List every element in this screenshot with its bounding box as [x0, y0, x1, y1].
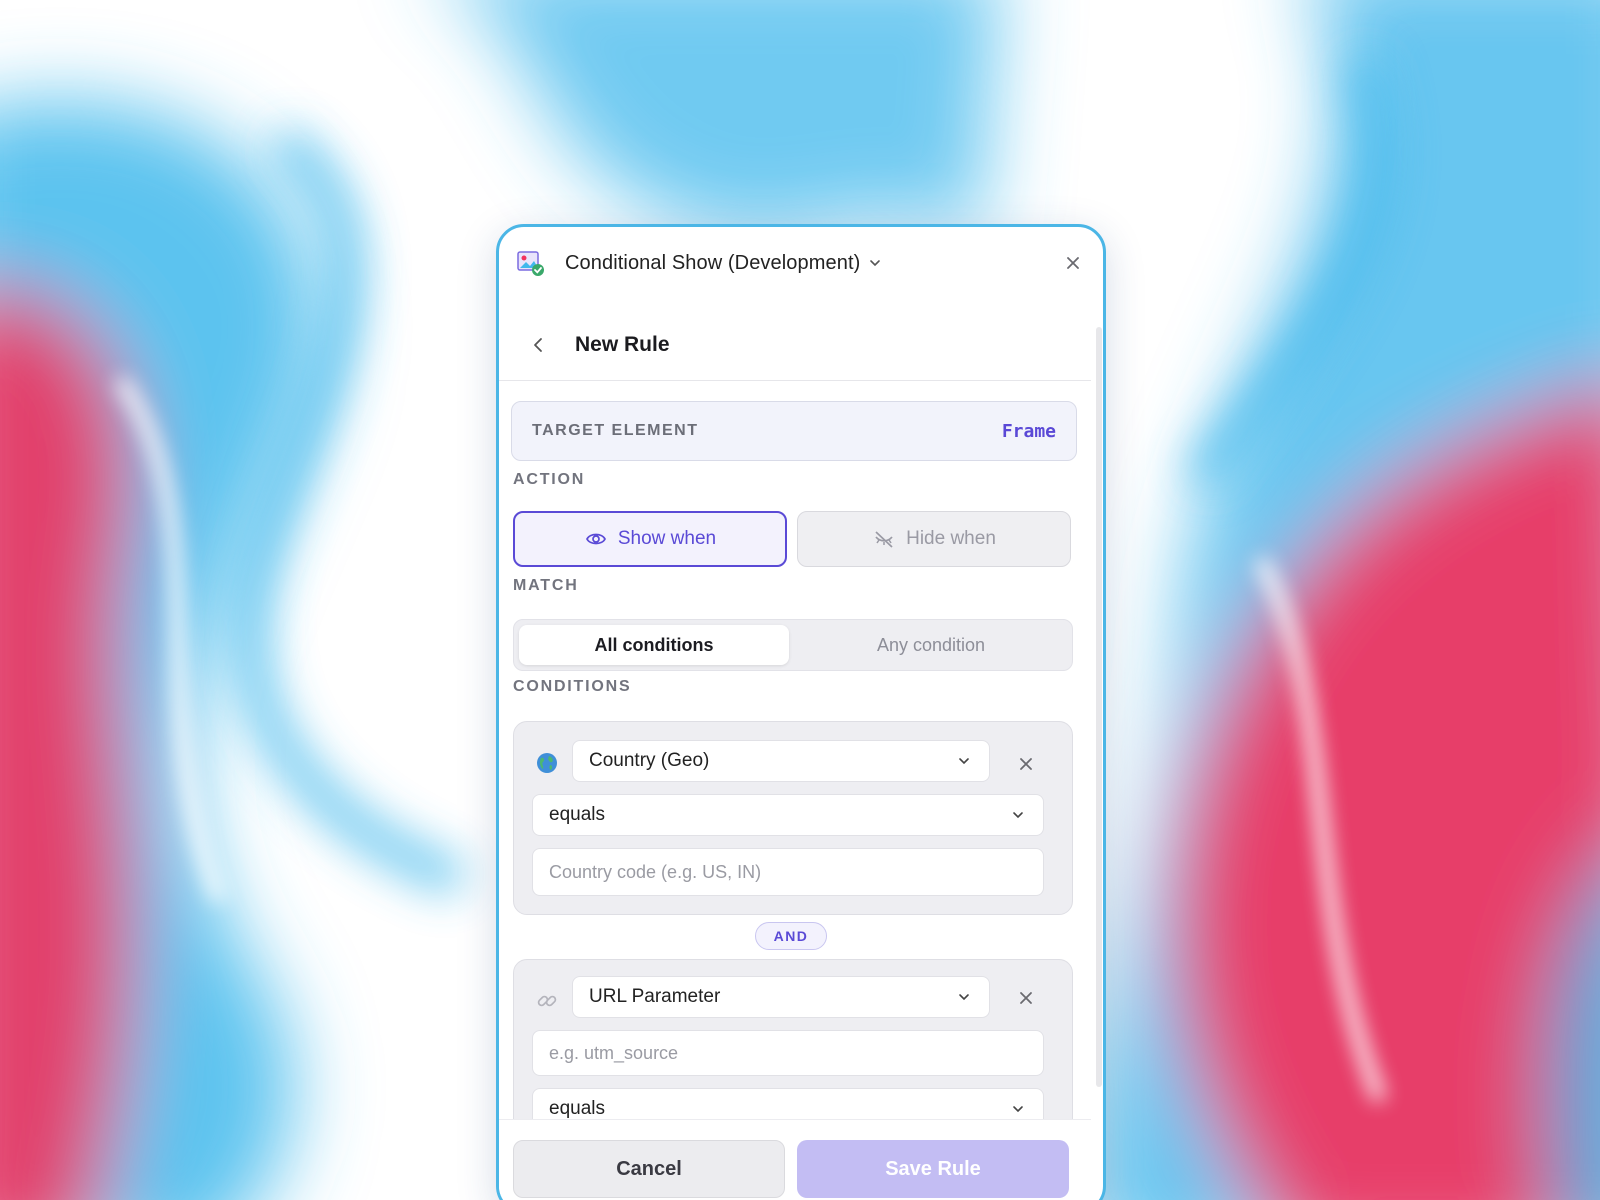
remove-condition-icon[interactable]: [1016, 988, 1036, 1008]
target-element-box: TARGET ELEMENT Frame: [511, 401, 1077, 461]
eye-off-icon: [872, 527, 896, 551]
condition-type-select[interactable]: Country (Geo): [572, 740, 990, 782]
operator-value: equals: [549, 1098, 605, 1119]
target-element-label: TARGET ELEMENT: [532, 422, 699, 439]
condition-type-select[interactable]: URL Parameter: [572, 976, 990, 1018]
country-code-placeholder: Country code (e.g. US, IN): [549, 861, 762, 882]
conditions-section-label: CONDITIONS: [513, 678, 632, 695]
condition-type-value: URL Parameter: [589, 986, 721, 1007]
titlebar: Conditional Show (Development): [499, 227, 1103, 299]
url-param-placeholder: e.g. utm_source: [549, 1042, 679, 1063]
condition-type-value: Country (Geo): [589, 750, 710, 771]
url-param-name-input[interactable]: e.g. utm_source: [532, 1030, 1044, 1076]
footer-actions: Cancel Save Rule: [499, 1119, 1091, 1200]
and-joiner-badge: AND: [755, 922, 827, 950]
back-arrow-icon[interactable]: [525, 331, 553, 359]
operator-select[interactable]: equals: [532, 794, 1044, 836]
show-when-label: Show when: [617, 528, 717, 549]
cancel-button[interactable]: Cancel: [513, 1140, 785, 1198]
save-rule-button[interactable]: Save Rule: [797, 1140, 1069, 1198]
page-title: New Rule: [575, 332, 670, 356]
hide-when-label: Hide when: [906, 528, 996, 549]
show-when-button[interactable]: Show when: [513, 511, 787, 567]
close-icon[interactable]: [1061, 251, 1085, 275]
chevron-down-icon: [1011, 1101, 1027, 1117]
app-logo-icon: [515, 247, 547, 279]
match-all-conditions-option[interactable]: All conditions: [519, 625, 789, 665]
target-element-value[interactable]: Frame: [1002, 421, 1056, 442]
match-segmented-control: All conditions Any condition: [513, 619, 1073, 671]
page-header: New Rule: [499, 309, 1091, 381]
operator-value: equals: [549, 804, 605, 825]
eye-icon: [584, 527, 608, 551]
chevron-down-icon[interactable]: [868, 255, 884, 271]
rule-editor-panel: Conditional Show (Development) New Rule …: [496, 224, 1106, 1200]
scrollbar[interactable]: [1096, 327, 1102, 1087]
chevron-down-icon: [1011, 807, 1027, 823]
link-icon: [534, 988, 560, 1014]
remove-condition-icon[interactable]: [1016, 754, 1036, 774]
app-title[interactable]: Conditional Show (Development): [565, 252, 860, 275]
condition-card: Country (Geo) equals Country code (e.g. …: [513, 721, 1073, 915]
action-section-label: ACTION: [513, 471, 586, 488]
match-any-condition-option[interactable]: Any condition: [796, 625, 1066, 665]
globe-icon: [534, 750, 560, 776]
country-code-input[interactable]: Country code (e.g. US, IN): [532, 848, 1044, 896]
match-section-label: MATCH: [513, 577, 579, 594]
hide-when-button[interactable]: Hide when: [797, 511, 1071, 567]
chevron-down-icon: [957, 989, 973, 1005]
chevron-down-icon: [957, 753, 973, 769]
